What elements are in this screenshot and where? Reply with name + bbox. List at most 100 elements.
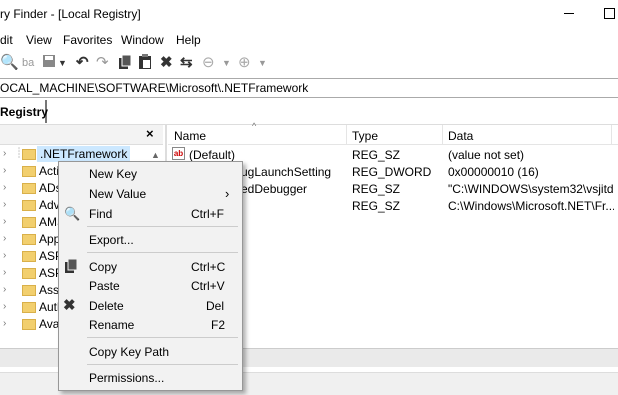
row-data: 0x00000010 (16): [448, 165, 539, 179]
tree-pane-header: [0, 125, 163, 145]
menu-item-find[interactable]: Find: [89, 207, 112, 221]
tree-item[interactable]: › ASP: [0, 248, 63, 265]
menu-item-export[interactable]: Export...: [89, 233, 134, 247]
close-icon[interactable]: ×: [146, 126, 154, 141]
menu-item-copy-key-path[interactable]: Copy Key Path: [89, 345, 169, 359]
menu-edit[interactable]: dit: [0, 33, 13, 47]
row-data: (value not set): [448, 148, 525, 162]
chevron-right-icon[interactable]: ›: [3, 216, 6, 227]
menu-item-new-value[interactable]: New Value: [89, 187, 146, 201]
folder-icon: [22, 302, 36, 313]
column-divider[interactable]: [442, 125, 443, 145]
list-header: [168, 125, 618, 145]
dropdown-arrow-icon[interactable]: ▼: [258, 54, 267, 72]
folder-icon: [22, 183, 36, 194]
tree-item[interactable]: › Acti: [0, 163, 60, 180]
chevron-right-icon[interactable]: ›: [3, 250, 6, 261]
chevron-right-icon[interactable]: ›: [3, 233, 6, 244]
row-name: edDebugger: [241, 182, 308, 196]
column-header-type[interactable]: Type: [352, 129, 378, 143]
row-data: "C:\WINDOWS\system32\vsjitd...: [448, 182, 614, 196]
toolbar: [0, 52, 618, 76]
column-header-name[interactable]: Name: [174, 129, 206, 143]
replace-icon[interactable]: ba: [22, 54, 34, 72]
row-type: REG_DWORD: [352, 165, 432, 179]
menu-separator: [87, 337, 238, 338]
tree-item[interactable]: › Ava: [0, 316, 60, 333]
menu-help[interactable]: Help: [176, 33, 201, 47]
chevron-right-icon[interactable]: ›: [3, 148, 6, 159]
tab-registry-label: Registry: [0, 105, 49, 119]
delete-icon: ✖: [63, 297, 76, 314]
redo-icon[interactable]: ↷: [96, 54, 109, 72]
forward-icon[interactable]: ⊕: [238, 54, 251, 72]
save-icon[interactable]: [42, 54, 56, 72]
menu-item-permissions[interactable]: Permissions...: [89, 371, 164, 385]
column-divider[interactable]: [611, 125, 612, 145]
sort-ascending-icon: ^: [252, 121, 257, 131]
folder-icon: [22, 200, 36, 211]
chevron-right-icon[interactable]: ›: [3, 318, 6, 329]
dropdown-arrow-icon[interactable]: ▼: [222, 54, 231, 72]
tree-item[interactable]: › AMS: [0, 214, 65, 231]
shortcut-paste: Ctrl+V: [191, 279, 225, 293]
search-icon: 🔍: [64, 206, 81, 221]
dropdown-arrow-icon[interactable]: ▼: [58, 54, 67, 72]
menu-item-paste[interactable]: Paste: [89, 279, 120, 293]
maximize-button[interactable]: [604, 8, 615, 19]
menu-item-new-key[interactable]: New Key: [89, 167, 137, 181]
menu-separator: [87, 226, 238, 227]
shortcut-delete: Del: [206, 299, 225, 313]
back-icon[interactable]: ⊖: [202, 54, 215, 72]
chevron-right-icon[interactable]: ›: [3, 199, 6, 210]
folder-icon: [22, 285, 36, 296]
column-divider[interactable]: [346, 125, 347, 145]
chevron-right-icon[interactable]: ›: [3, 165, 6, 176]
chevron-right-icon[interactable]: ›: [3, 182, 6, 193]
row-type: REG_SZ: [352, 182, 401, 196]
tab-strip: [0, 99, 618, 125]
undo-icon[interactable]: ↶: [76, 54, 89, 72]
menu-item-rename[interactable]: Rename: [89, 318, 134, 332]
tree-item-label: Adv: [39, 198, 60, 212]
shortcut-find: Ctrl+F: [191, 207, 224, 221]
submenu-arrow-icon: ›: [225, 186, 230, 201]
search-icon[interactable]: 🔍: [0, 54, 19, 72]
tree-item[interactable]: › Adv: [0, 197, 60, 214]
row-name: (Default): [189, 148, 236, 162]
tree-item[interactable]: › ASP: [0, 265, 63, 282]
address-path[interactable]: OCAL_MACHINE\SOFTWARE\Microsoft\.NETFram…: [0, 81, 308, 95]
tree-item[interactable]: › Assi: [0, 282, 62, 299]
delete-icon[interactable]: ✖: [160, 54, 173, 72]
menu-view[interactable]: View: [26, 33, 52, 47]
scroll-up-icon[interactable]: ▲: [151, 150, 160, 160]
minimize-button[interactable]: [564, 13, 574, 14]
menu-favorites[interactable]: Favorites: [63, 33, 112, 47]
tree-item-label: Acti: [39, 164, 60, 178]
folder-icon: [22, 268, 36, 279]
folder-icon: [22, 166, 36, 177]
menu-separator: [87, 252, 238, 253]
swap-icon[interactable]: ⇆: [180, 54, 193, 72]
tree-item[interactable]: › Auth: [0, 299, 64, 316]
copy-icon[interactable]: [118, 54, 132, 72]
column-header-data[interactable]: Data: [448, 129, 473, 143]
chevron-right-icon[interactable]: ›: [3, 267, 6, 278]
menu-item-copy[interactable]: Copy: [89, 260, 117, 274]
folder-icon: [22, 319, 36, 330]
tree-item[interactable]: › ADs: [0, 180, 62, 197]
tree-item[interactable]: › App: [0, 231, 60, 248]
chevron-right-icon[interactable]: ›: [3, 284, 6, 295]
string-value-icon: ab: [172, 147, 185, 160]
menu-window[interactable]: Window: [121, 33, 164, 47]
chevron-right-icon[interactable]: ›: [3, 301, 6, 312]
paste-icon[interactable]: [138, 54, 152, 72]
menu-item-delete[interactable]: Delete: [89, 299, 124, 313]
folder-icon: [22, 149, 36, 160]
row-name: ugLaunchSetting: [241, 165, 332, 179]
tree-item-label: .NETFramework: [37, 146, 131, 162]
folder-icon: [22, 251, 36, 262]
tree-item-label: Ava: [39, 317, 60, 331]
row-data: C:\Windows\Microsoft.NET\Fr...: [448, 199, 614, 213]
shortcut-copy: Ctrl+C: [191, 260, 226, 274]
